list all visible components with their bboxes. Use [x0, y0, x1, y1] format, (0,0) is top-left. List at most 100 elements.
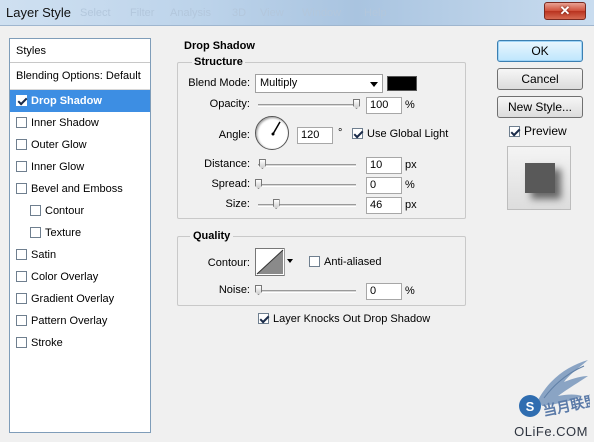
- background-menu-item: 3D: [232, 7, 247, 19]
- checkbox-icon[interactable]: [30, 227, 41, 238]
- checkbox-icon[interactable]: [16, 117, 27, 128]
- style-item-label: Pattern Overlay: [31, 315, 108, 327]
- styles-header[interactable]: Styles: [10, 39, 150, 63]
- cancel-button[interactable]: Cancel: [497, 68, 583, 90]
- style-item-label: Contour: [45, 205, 85, 217]
- checkbox-icon: [509, 126, 520, 137]
- style-item[interactable]: Satin: [10, 244, 150, 266]
- distance-unit: px: [405, 159, 417, 171]
- checkbox-icon[interactable]: [16, 161, 27, 172]
- checkbox-icon: [258, 313, 269, 324]
- distance-label: Distance:: [204, 158, 250, 170]
- blend-mode-value: Multiply: [260, 77, 298, 89]
- section-title: Drop Shadow: [184, 40, 255, 52]
- quality-title: Quality: [190, 230, 234, 242]
- checkbox-icon: [352, 128, 363, 139]
- style-item[interactable]: Contour: [10, 200, 150, 222]
- dialog-title: Layer Style: [6, 5, 72, 20]
- noise-slider[interactable]: [255, 285, 356, 295]
- style-item-label: Bevel and Emboss: [31, 183, 123, 195]
- ok-button[interactable]: OK: [497, 40, 583, 62]
- angle-unit: °: [338, 127, 343, 139]
- style-item-label: Color Overlay: [31, 271, 99, 283]
- distance-input[interactable]: 10: [366, 157, 402, 174]
- background-menu-item: Help: [364, 7, 387, 19]
- opacity-input[interactable]: 100: [366, 97, 402, 114]
- style-item[interactable]: Inner Shadow: [10, 112, 150, 134]
- style-item[interactable]: Stroke: [10, 332, 150, 354]
- checkbox-icon: [309, 256, 320, 267]
- structure-title: Structure: [192, 56, 245, 68]
- noise-input[interactable]: 0: [366, 283, 402, 300]
- checkbox-icon[interactable]: [16, 139, 27, 150]
- style-item-label: Blending Options: Default: [16, 70, 141, 82]
- contour-dropdown-button[interactable]: [284, 248, 295, 276]
- use-global-light-label: Use Global Light: [367, 128, 449, 140]
- opacity-unit: %: [405, 99, 415, 111]
- noise-unit: %: [405, 285, 415, 297]
- background-menu-item: Analysis: [170, 7, 211, 19]
- style-item-label: Outer Glow: [31, 139, 87, 151]
- style-item-label: Inner Glow: [31, 161, 85, 173]
- background-menu-item: Filter: [130, 7, 155, 19]
- blend-mode-label: Blend Mode:: [188, 77, 250, 89]
- size-input[interactable]: 46: [366, 197, 402, 214]
- watermark-badge-letter: S: [526, 399, 535, 414]
- preview-square: [525, 163, 555, 193]
- checkbox-icon[interactable]: [16, 183, 27, 194]
- title-bar[interactable]: Layer Style Select Filter Analysis 3D Vi…: [0, 0, 594, 26]
- angle-dial[interactable]: [255, 116, 289, 150]
- angle-needle-icon: [271, 121, 281, 136]
- style-item[interactable]: Outer Glow: [10, 134, 150, 156]
- preview-thumbnail: [507, 146, 571, 210]
- spread-slider[interactable]: [255, 179, 356, 189]
- background-menu-item: Window: [302, 7, 342, 19]
- style-item-label: Satin: [31, 249, 57, 261]
- spread-input[interactable]: 0: [366, 177, 402, 194]
- size-label: Size:: [225, 198, 250, 210]
- layer-knocks-out-checkbox[interactable]: Layer Knocks Out Drop Shadow: [258, 313, 430, 325]
- opacity-label: Opacity:: [209, 98, 250, 110]
- watermark-site-text: OLiFe.COM: [514, 424, 588, 439]
- use-global-light-checkbox[interactable]: Use Global Light: [352, 128, 448, 140]
- background-menu-item: Select: [80, 7, 111, 19]
- style-item[interactable]: Texture: [10, 222, 150, 244]
- size-unit: px: [405, 199, 417, 211]
- anti-aliased-checkbox[interactable]: Anti-aliased: [309, 256, 381, 268]
- style-item-label: Texture: [45, 227, 82, 239]
- style-item[interactable]: Gradient Overlay: [10, 288, 150, 310]
- style-item[interactable]: Color Overlay: [10, 266, 150, 288]
- preview-checkbox[interactable]: Preview: [509, 124, 567, 138]
- checkbox-icon[interactable]: [30, 205, 41, 216]
- layer-knocks-out-label: Layer Knocks Out Drop Shadow: [273, 313, 431, 325]
- size-slider[interactable]: [258, 199, 356, 209]
- close-icon: ✕: [559, 3, 571, 18]
- shadow-color-swatch[interactable]: [387, 76, 417, 91]
- checkbox-icon[interactable]: [16, 315, 27, 326]
- noise-label: Noise:: [218, 284, 250, 296]
- style-item[interactable]: Drop Shadow: [10, 90, 150, 112]
- angle-input[interactable]: 120: [297, 127, 333, 144]
- anti-aliased-label: Anti-aliased: [324, 256, 382, 268]
- style-item[interactable]: Blending Options: Default: [10, 63, 150, 90]
- checkbox-icon[interactable]: [16, 95, 27, 106]
- opacity-slider[interactable]: [258, 99, 360, 109]
- style-item[interactable]: Pattern Overlay: [10, 310, 150, 332]
- layer-style-dialog: Layer Style Select Filter Analysis 3D Vi…: [0, 0, 594, 442]
- style-item-label: Drop Shadow: [31, 95, 102, 107]
- close-button[interactable]: ✕: [544, 2, 586, 20]
- style-item-label: Inner Shadow: [31, 117, 99, 129]
- style-item-label: Stroke: [31, 337, 63, 349]
- style-item[interactable]: Bevel and Emboss: [10, 178, 150, 200]
- style-item[interactable]: Inner Glow: [10, 156, 150, 178]
- checkbox-icon[interactable]: [16, 271, 27, 282]
- background-menu-item: View: [260, 7, 284, 19]
- checkbox-icon[interactable]: [16, 337, 27, 348]
- blend-mode-select[interactable]: Multiply: [255, 74, 383, 93]
- styles-list: Styles Blending Options: Default Drop Sha…: [9, 38, 151, 433]
- distance-slider[interactable]: [258, 159, 356, 169]
- new-style-button[interactable]: New Style...: [497, 96, 583, 118]
- style-rows: Blending Options: Default Drop Shadow Inne…: [10, 63, 150, 354]
- checkbox-icon[interactable]: [16, 293, 27, 304]
- checkbox-icon[interactable]: [16, 249, 27, 260]
